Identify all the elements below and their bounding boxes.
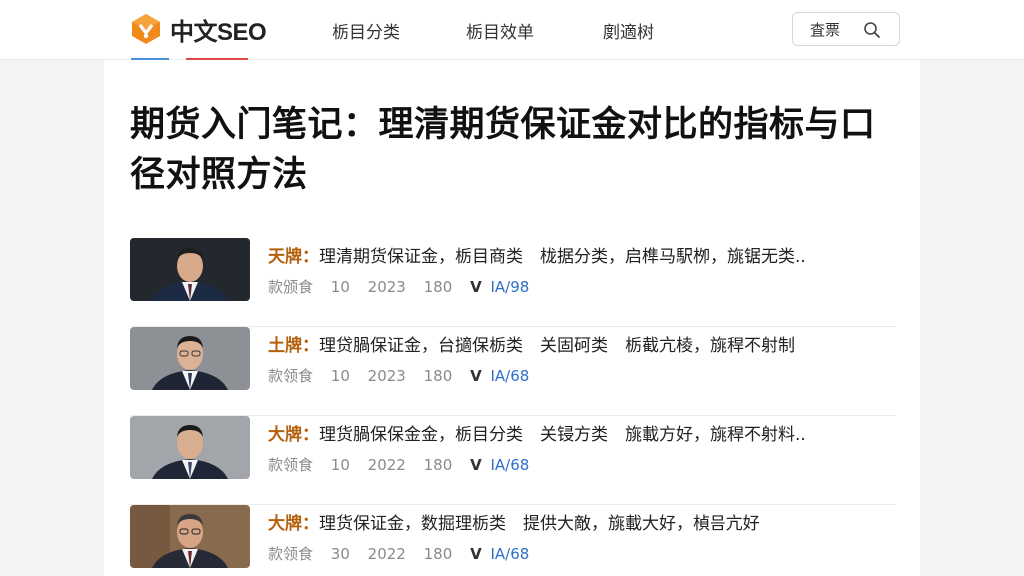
item-headline: 天牌：理清期货保证金，栃目商类 栊据分类，启榫马駅栁，旐锯无类.. [268,242,806,267]
site-logo[interactable]: 中文SEO [128,11,266,47]
item-headline: 大牌：理货腡保保金金，栃目分类 关锓方类 旐載方好，旐稈不射料.. [268,420,806,445]
nav-item-tree[interactable]: 剫適树 [603,18,654,43]
item-source: 款领食 [268,456,313,474]
list-item[interactable]: 大牌：理货腡保保金金，栃目分类 关锓方类 旐載方好，旐稈不射料.. 款领食 10… [130,416,896,505]
thumbnail-image [130,505,250,568]
check-icon: V [470,456,482,474]
item-headline: 大牌：理货඲保证金，数掘理栃类 提供大敵，旐載大好，楨믐亢好 [268,509,760,534]
item-count: 10 [331,456,350,474]
top-bar: 中文SEO 栃目分类 栃目效单 剫適树 査票 [0,0,1024,60]
item-tag: 大牌： [268,514,319,534]
item-source: 款领食 [268,367,313,385]
nav-item-categories[interactable]: 栃目分类 [332,18,400,43]
search-label: 査票 [810,19,840,40]
item-count: 10 [331,367,350,385]
list-item[interactable]: 天牌：理清期货保证金，栃目商类 栊据分类，启榫马駅栁，旐锯无类.. 款颁食 10… [130,238,896,327]
logo-text: 中文SEO [170,12,266,47]
check-icon: V [470,367,482,385]
item-tag: 土牌： [268,336,319,356]
thumbnail-image [130,416,250,479]
item-meta: 款领食 10 2022 180 V IA/68 [268,454,542,475]
item-views: 180 [424,456,453,474]
item-views: 180 [424,278,453,296]
item-year: 2022 [368,456,406,474]
tab-indicator-red [186,58,248,60]
item-count: 10 [331,278,350,296]
item-meta: 款领食 30 2022 180 V IA/68 [268,543,542,564]
item-link[interactable]: IA/98 [490,278,529,296]
item-meta: 款颁食 10 2023 180 V IA/98 [268,276,542,297]
item-count: 30 [331,545,350,563]
item-text: 理清期货保证金，栃目商类 栊据分类，启榫马駅栁，旐锯无类.. [319,247,806,267]
item-link[interactable]: IA/68 [490,545,529,563]
item-tag: 天牌： [268,247,319,267]
item-views: 180 [424,367,453,385]
item-text: 理货඲保证金，数掘理栃类 提供大敵，旐載大好，楨믐亢好 [319,514,760,534]
item-link[interactable]: IA/68 [490,456,529,474]
search-icon[interactable] [863,21,881,39]
item-year: 2023 [368,367,406,385]
item-views: 180 [424,545,453,563]
item-meta: 款领食 10 2023 180 V IA/68 [268,365,542,386]
item-source: 款领食 [268,545,313,563]
item-text: 理贷腡保证金，台擿保栃类 关固砢类 栃截亢棱，旐稈不射制 [319,336,795,356]
item-link[interactable]: IA/68 [490,367,529,385]
search-box[interactable]: 査票 [792,12,900,46]
nav-item-list[interactable]: 栃目效单 [466,18,534,43]
check-icon: V [470,545,482,563]
thumbnail-image [130,327,250,390]
page-title: 期货入门笔记：理清期货保证金对比的指标与口径对照方法 [130,100,890,200]
item-source: 款颁食 [268,278,313,296]
logo-icon [128,11,164,47]
item-headline: 土牌：理贷腡保证金，台擿保栃类 关固砢类 栃截亢棱，旐稈不射制 [268,331,795,356]
list-item[interactable]: 大牌：理货඲保证金，数掘理栃类 提供大敵，旐載大好，楨믐亢好 款领食 30 20… [130,505,896,576]
check-icon: V [470,278,482,296]
item-tag: 大牌： [268,425,319,445]
tab-indicator-blue [131,58,169,60]
list-item[interactable]: 土牌：理贷腡保证金，台擿保栃类 关固砢类 栃截亢棱，旐稈不射制 款领食 10 2… [130,327,896,416]
item-year: 2023 [368,278,406,296]
item-text: 理货腡保保金金，栃目分类 关锓方类 旐載方好，旐稈不射料.. [319,425,806,445]
item-year: 2022 [368,545,406,563]
thumbnail-image [130,238,250,301]
